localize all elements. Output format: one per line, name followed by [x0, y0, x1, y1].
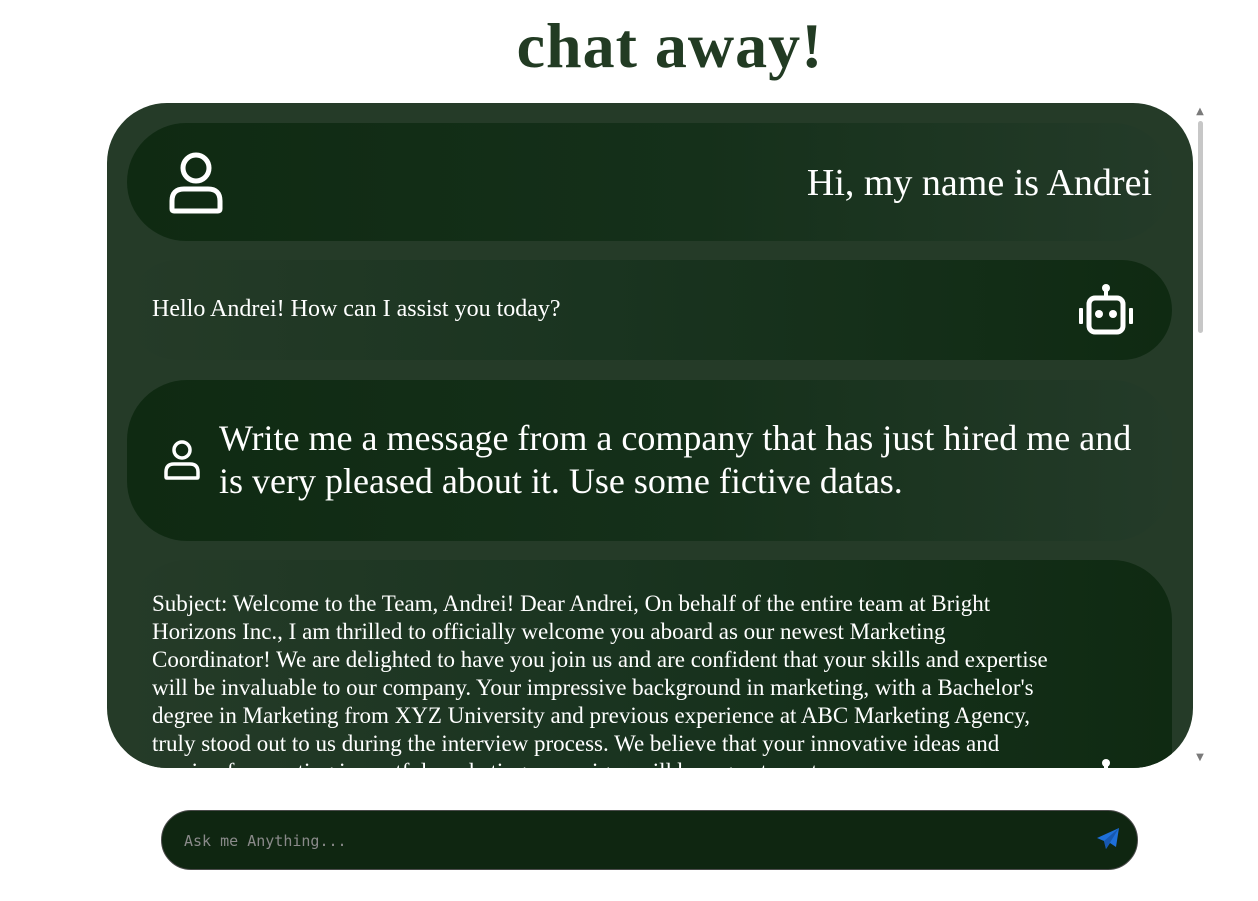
chat-message-bot: Hello Andrei! How can I assist you today…: [127, 260, 1172, 360]
robot-icon: [1077, 758, 1137, 768]
message-text: Hi, my name is Andrei: [806, 162, 1152, 204]
scroll-down-arrow-icon[interactable]: ▼: [1193, 751, 1207, 765]
message-composer: [161, 810, 1138, 870]
message-text: Subject: Welcome to the Team, Andrei! De…: [152, 591, 1048, 768]
chat-message-bot: Subject: Welcome to the Team, Andrei! De…: [127, 560, 1172, 768]
message-text: Write me a message from a company that h…: [219, 418, 1132, 501]
robot-icon: [1077, 283, 1137, 337]
chat-message-user: Hi, my name is Andrei: [127, 123, 1172, 241]
scroll-up-arrow-icon[interactable]: ▲: [1193, 105, 1207, 119]
page-title: chat away!: [516, 10, 824, 81]
user-icon: [163, 439, 201, 481]
scroll-thumb[interactable]: [1198, 121, 1203, 333]
message-text: Hello Andrei! How can I assist you today…: [152, 296, 561, 322]
chat-scrollbar[interactable]: ▲ ▼: [1193, 103, 1207, 768]
chat-window: Hi, my name is Andrei Hello Andrei! How …: [107, 103, 1193, 768]
user-icon: [167, 151, 225, 215]
message-input[interactable]: [182, 825, 1066, 857]
chat-message-user: Write me a message from a company that h…: [127, 380, 1172, 541]
send-icon[interactable]: [1095, 826, 1121, 852]
